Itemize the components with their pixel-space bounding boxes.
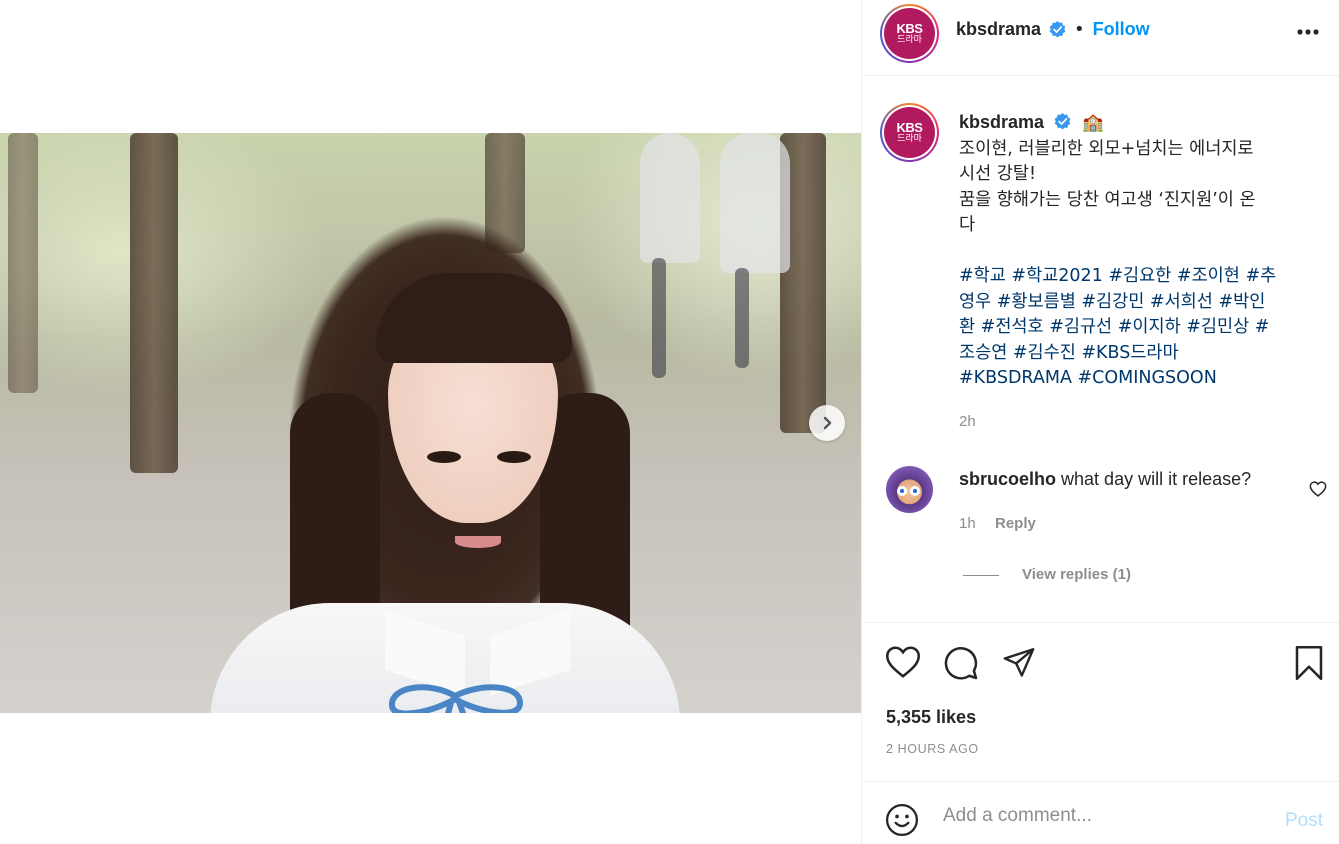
hashtag-line[interactable]: 영우 #황보름별 #김강민 #서희선 #박인: [959, 290, 1329, 316]
share-send-icon[interactable]: [1001, 645, 1037, 679]
author-username[interactable]: kbsdrama: [956, 19, 1041, 40]
comments-section: KBS 드라마 kbsdrama 🏫 조이현, 러블리한 외모+넘치는 에너지로…: [862, 76, 1339, 622]
comment-bubble-icon[interactable]: [943, 645, 979, 681]
more-horizontal-icon[interactable]: [1296, 28, 1320, 36]
hashtag-line[interactable]: #학교 #학교2021 #김요한 #조이현 #추: [959, 264, 1329, 290]
verified-badge-icon: [1054, 113, 1070, 130]
kbs-logo: KBS 드라마: [884, 107, 935, 158]
likes-count[interactable]: 5,355 likes: [886, 707, 976, 728]
commenter-avatar[interactable]: [886, 466, 933, 513]
chevron-right-icon: [823, 416, 832, 430]
post-comment-button[interactable]: Post: [1285, 810, 1323, 832]
header-separator: •: [1074, 19, 1085, 40]
action-bar: 5,355 likes 2 HOURS AGO: [862, 622, 1339, 782]
comment-input[interactable]: [943, 802, 1263, 830]
next-image-button[interactable]: [809, 405, 845, 441]
view-replies-button[interactable]: View replies (1): [1022, 566, 1131, 583]
verified-badge-icon: [1049, 21, 1066, 38]
comment-like-heart-icon[interactable]: [1309, 481, 1327, 497]
hashtag-line[interactable]: 조승연 #김수진 #KBS드라마: [959, 341, 1329, 367]
post-header: KBS 드라마 kbsdrama • Follow: [862, 0, 1339, 76]
post-photo[interactable]: + + + 20 학교 21: [0, 133, 861, 713]
caption-username[interactable]: kbsdrama: [959, 112, 1044, 132]
hashtag-line[interactable]: 환 #전석호 #김규선 #이지하 #김민상 #: [959, 315, 1329, 341]
kbs-logo: KBS 드라마: [884, 8, 935, 59]
media-pane: + + + 20 학교 21: [0, 0, 861, 844]
caption-line: 다: [959, 215, 976, 235]
replies-divider: [963, 575, 999, 576]
caption-line: 조이현, 러블리한 외모+넘치는 에너지로: [959, 138, 1254, 159]
follow-button[interactable]: Follow: [1093, 19, 1150, 40]
ribbon: [389, 684, 524, 713]
post-caption: kbsdrama 🏫 조이현, 러블리한 외모+넘치는 에너지로 시선 강탈! …: [959, 110, 1329, 392]
reply-button[interactable]: Reply: [995, 515, 1036, 532]
school-emoji: 🏫: [1082, 113, 1104, 133]
post-age[interactable]: 2 HOURS AGO: [886, 742, 979, 756]
emoji-smiley-icon[interactable]: [885, 803, 919, 837]
caption-time[interactable]: 2h: [959, 413, 976, 430]
author-avatar[interactable]: KBS 드라마: [880, 4, 939, 63]
comment-time[interactable]: 1h: [959, 515, 976, 532]
commenter-username[interactable]: sbrucoelho: [959, 469, 1056, 489]
bookmark-save-icon[interactable]: [1293, 645, 1325, 681]
like-heart-icon[interactable]: [885, 645, 921, 679]
hashtag-line[interactable]: #KBSDRAMA #COMINGSOON: [959, 366, 1329, 392]
caption-avatar[interactable]: KBS 드라마: [880, 103, 939, 162]
add-comment-bar: Post: [862, 781, 1339, 844]
post-sidebar: KBS 드라마 kbsdrama • Follow KBS 드라마 kbsdra…: [861, 0, 1339, 844]
caption-line: 꿈을 향해가는 당찬 여고생 ‘진지원’이 온: [959, 189, 1256, 210]
comment-text: what day will it release?: [1061, 469, 1252, 489]
comment: sbrucoelho what day will it release?: [959, 469, 1251, 490]
caption-line: 시선 강탈!: [959, 164, 1036, 184]
